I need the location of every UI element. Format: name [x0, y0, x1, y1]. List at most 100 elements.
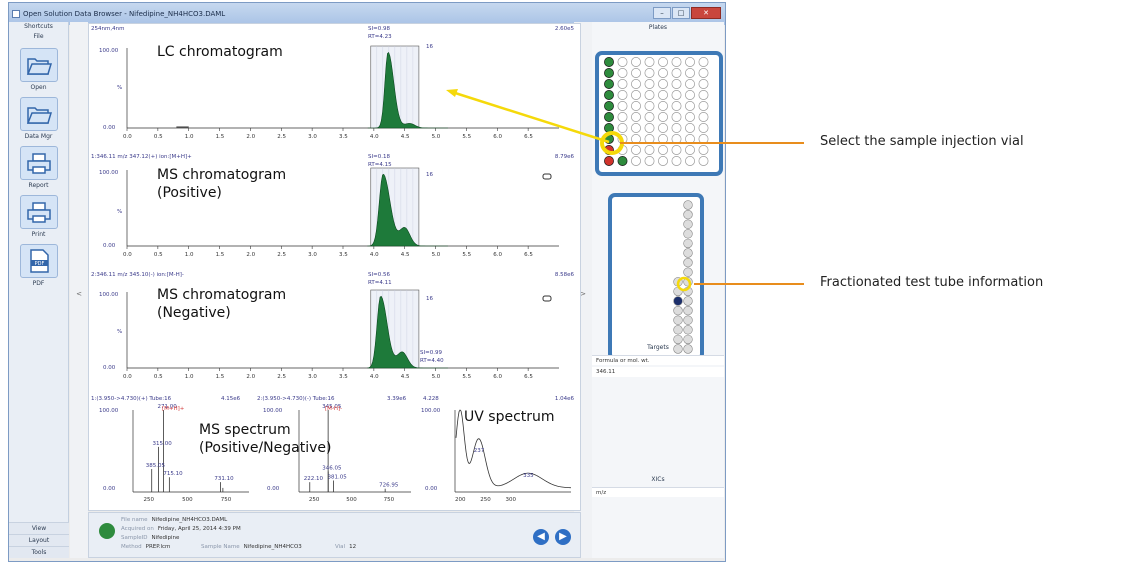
vial-row-6-vial [685, 112, 695, 122]
data-mgr-label: Data Mgr [24, 133, 53, 140]
ms-pos-x-tick-label: 5.0 [432, 252, 441, 258]
uv-peak-label: 237 [474, 448, 485, 454]
vial-grid[interactable] [599, 55, 719, 172]
vial-row-5-vial [617, 101, 628, 111]
chart-area: 0.0 0.5 1.0 1.5 2.0 2.5 3.0 3.5 4.0 4.5 5.0 5.5 6.0 6… [88, 23, 581, 511]
lc-title: LC chromatogram [157, 44, 283, 60]
tube [683, 219, 693, 229]
spec-pos-ybot: 0.00 [103, 486, 116, 492]
minimize-button[interactable]: – [653, 7, 671, 19]
ms-pos-x-tick-label: 4.5 [401, 252, 410, 258]
vial-row-9-vial [698, 145, 709, 155]
formula-input[interactable]: 346.11 [592, 367, 724, 377]
vial-row-2-vial [658, 68, 668, 78]
xics-title: XICs [651, 476, 665, 483]
ms-pos-spectrum-tick-label: 250 [143, 497, 154, 503]
sample-name-key: Sample Name [201, 544, 240, 550]
window-title: Open Solution Data Browser - Nifedipine_… [23, 10, 226, 18]
mz-label[interactable]: m/z [592, 487, 724, 497]
maximize-button[interactable]: □ [672, 7, 690, 19]
ms-pos-subtitle: (Positive) [157, 185, 222, 201]
file-name-key: File name [121, 517, 148, 523]
layout-tab[interactable]: Layout [9, 534, 69, 546]
print-button[interactable] [19, 195, 58, 229]
chromatogram-plots: 0.0 0.5 1.0 1.5 2.0 2.5 3.0 3.5 4.0 4.5 5.0 5.5 6.0 6… [123, 45, 572, 503]
ms-pos-fraction-number: 16 [426, 172, 433, 178]
tube [683, 305, 693, 316]
sampleid-row: SampleID Nifedipine [121, 535, 179, 541]
report-button[interactable] [19, 146, 58, 180]
ms-pos-x-tick-label: 5.5 [462, 252, 471, 258]
close-button[interactable]: ✕ [691, 7, 721, 19]
vial-row-6-vial [671, 112, 682, 122]
ms-pos-x-tick-label: 6.5 [524, 252, 533, 258]
previous-button[interactable]: ◀ [533, 529, 549, 545]
vial-row: Vial 12 [335, 544, 356, 550]
ms-pos-rt: RT=4.15 [368, 162, 392, 168]
lc-x-tick-label: 2.5 [277, 134, 286, 140]
uv-peak-label: 335 [523, 473, 534, 479]
ms-neg-x-tick-label: 5.5 [462, 374, 471, 380]
tube [683, 277, 693, 287]
data-mgr-button[interactable] [19, 97, 58, 131]
vial-row-1-vial [644, 57, 655, 67]
view-tab[interactable]: View [9, 522, 69, 534]
vial-row-3-vial [631, 79, 641, 89]
vial-row-9-vial [658, 145, 668, 155]
plate-vial-selector[interactable] [595, 51, 723, 176]
ms-pos-x-tick-label: 1.5 [216, 252, 225, 258]
sampleid-key: SampleID [121, 535, 148, 541]
ms-neg-rt2: RT=4.40 [420, 358, 444, 364]
file-name-row: File name Nifedipine_NH4HCO3.DAML [121, 517, 227, 523]
tube [683, 286, 693, 297]
pdf-label: PDF [32, 280, 45, 287]
file-header[interactable]: File [9, 32, 68, 42]
acquired-value: Friday, April 25, 2014 4:39 PM [157, 526, 241, 532]
vial-row-3-vial [685, 79, 695, 89]
vial-row-8-vial [604, 134, 614, 144]
uv-tick-label: 300 [505, 497, 516, 503]
tube-grid[interactable] [612, 197, 700, 357]
uv-ybot: 0.00 [425, 486, 438, 492]
vial-row-7-vial [698, 123, 709, 133]
ms-neg-x-tick-label: 1.5 [216, 374, 225, 380]
tools-tab[interactable]: Tools [9, 546, 69, 558]
vial-row-2-vial [631, 68, 641, 78]
ms-neg-legend-icon [542, 295, 552, 302]
vial-row-4-vial [685, 90, 695, 100]
vial-row-6-vial [658, 112, 668, 122]
vial-row-4-vial [631, 90, 641, 100]
left-splitter[interactable]: < [70, 22, 88, 558]
vial-row-10-vial [658, 156, 668, 166]
collapse-left-arrow[interactable]: < [70, 290, 88, 298]
lc-x-tick-label: 2.0 [246, 134, 255, 140]
ms-pos-x-tick-label: 3.0 [308, 252, 317, 258]
pdf-button[interactable]: PDF [19, 244, 58, 278]
ms-spectrum-subtitle: (Positive/Negative) [199, 440, 332, 456]
ms-neg-x-tick-label: 4.0 [370, 374, 379, 380]
folder-icon [26, 58, 52, 75]
ms-neg-si2: SI=0.99 [420, 350, 442, 356]
ms-neg-ybot: 0.00 [103, 365, 116, 371]
vial-row-10-vial [685, 156, 695, 166]
uv-scale: 1.04e6 [554, 396, 574, 402]
vial-row-9-vial [685, 145, 695, 155]
vial-callout-line [620, 142, 804, 144]
ms-neg-heading: 2:346.11 m/z 345.10(-) ion:[M-H]- [91, 272, 184, 278]
next-button[interactable]: ▶ [555, 529, 571, 545]
ms-spectrum-title: MS spectrum [199, 422, 291, 438]
ms-neg-x-tick-label: 4.5 [401, 374, 410, 380]
ms-neg-scale: 8.58e6 [554, 272, 574, 278]
open-button[interactable] [19, 48, 58, 82]
shortcuts-header[interactable]: Shortcuts [9, 22, 68, 32]
lc-x-tick-label: 5.0 [432, 134, 441, 140]
ms-neg-si: SI=0.56 [368, 272, 390, 278]
fraction-tube-rack[interactable] [608, 193, 704, 361]
ms-pos-ymid: % [117, 209, 123, 215]
lc-x-tick-label: 1.0 [185, 134, 194, 140]
tube [673, 305, 683, 316]
ms-pos-spectrum-tick-label: 500 [182, 497, 193, 503]
ms-pos-legend-icon [542, 173, 552, 180]
ms-pos-ybot: 0.00 [103, 243, 116, 249]
vial-row-5-vial [685, 101, 695, 111]
